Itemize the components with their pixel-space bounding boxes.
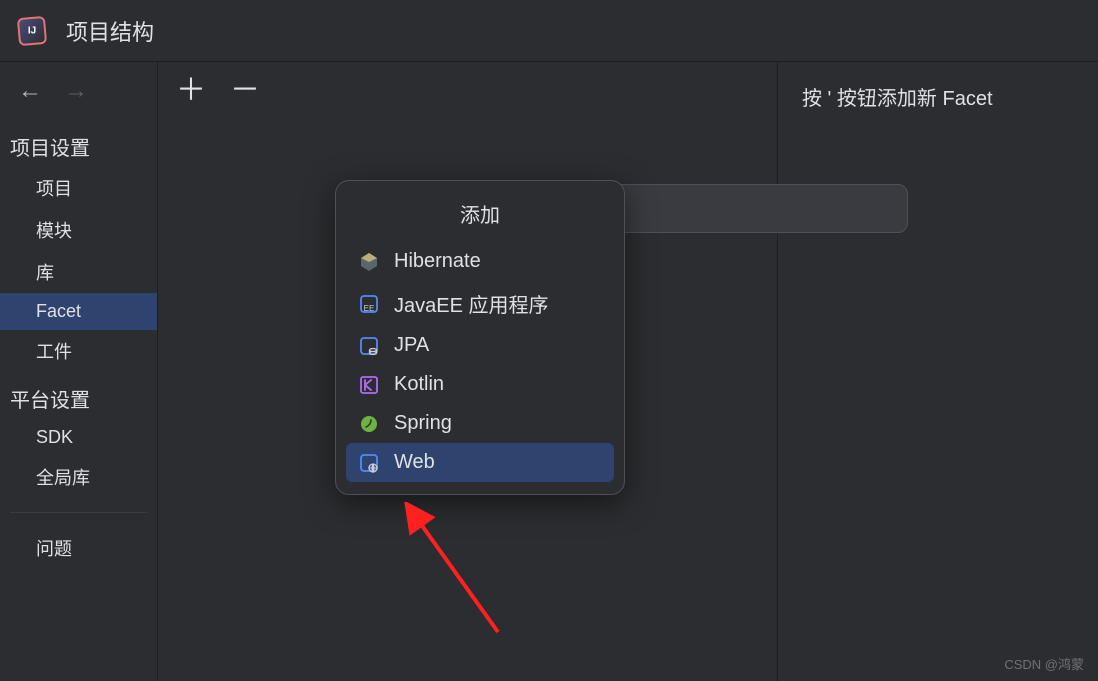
remove-button[interactable]: － [230,76,260,106]
popup-item-label: Web [394,451,435,474]
popup-item-label: Kotlin [394,373,444,396]
annotation-arrow-icon [398,502,528,652]
popup-item-hibernate[interactable]: Hibernate [346,242,614,281]
javaee-icon: EE [358,293,380,315]
add-button[interactable]: ＋ [176,76,206,106]
popup-title: 添加 [346,193,614,242]
forward-button: → [64,77,88,105]
window-title: 项目结构 [66,15,154,47]
popup-item-web[interactable]: Web [346,443,614,482]
nav-arrows: ← → [0,62,157,120]
popup-item-spring[interactable]: Spring [346,404,614,443]
main-area: ← → 项目设置 项目 模块 库 Facet 工件 平台设置 SDK 全局库 问… [0,62,1098,681]
watermark: CSDN @鸿蒙 [1004,654,1084,673]
svg-text:EE: EE [364,304,375,313]
web-icon [358,452,380,474]
toolbar: ＋ － [158,62,777,120]
add-facet-popup: 添加 Hibernate EE JavaEE 应用程序 JPA [335,180,625,495]
hint-panel: 按 ' 按钮添加新 Facet [778,62,1098,681]
back-button[interactable]: ← [18,77,42,105]
titlebar: 项目结构 [0,0,1098,62]
popup-item-kotlin[interactable]: Kotlin [346,365,614,404]
kotlin-icon [358,374,380,396]
popup-item-jpa[interactable]: JPA [346,326,614,365]
sidebar-item-modules[interactable]: 模块 [0,209,157,251]
sidebar-item-project[interactable]: 项目 [0,167,157,209]
popup-item-label: JavaEE 应用程序 [394,289,548,318]
popup-item-label: Hibernate [394,250,481,273]
jpa-icon [358,335,380,357]
sidebar-item-artifacts[interactable]: 工件 [0,330,157,372]
hint-text: 按 ' 按钮添加新 Facet [802,82,1074,111]
section-title-platform: 平台设置 [0,372,157,419]
sidebar-item-sdk[interactable]: SDK [0,419,157,456]
sidebar-divider [10,512,147,513]
popup-item-label: JPA [394,334,429,357]
sidebar-item-problems[interactable]: 问题 [0,527,157,569]
sidebar-item-global-libs[interactable]: 全局库 [0,456,157,498]
spring-icon [358,413,380,435]
hibernate-icon [358,251,380,273]
sidebar-item-facet[interactable]: Facet [0,293,157,330]
sidebar-item-libraries[interactable]: 库 [0,251,157,293]
section-title-project: 项目设置 [0,120,157,167]
center-panel: ＋ － 添加 Hibernate EE JavaEE 应用程序 [158,62,778,681]
app-icon [17,15,47,45]
sidebar: ← → 项目设置 项目 模块 库 Facet 工件 平台设置 SDK 全局库 问… [0,62,158,681]
popup-item-javaee[interactable]: EE JavaEE 应用程序 [346,281,614,326]
popup-item-label: Spring [394,412,452,435]
